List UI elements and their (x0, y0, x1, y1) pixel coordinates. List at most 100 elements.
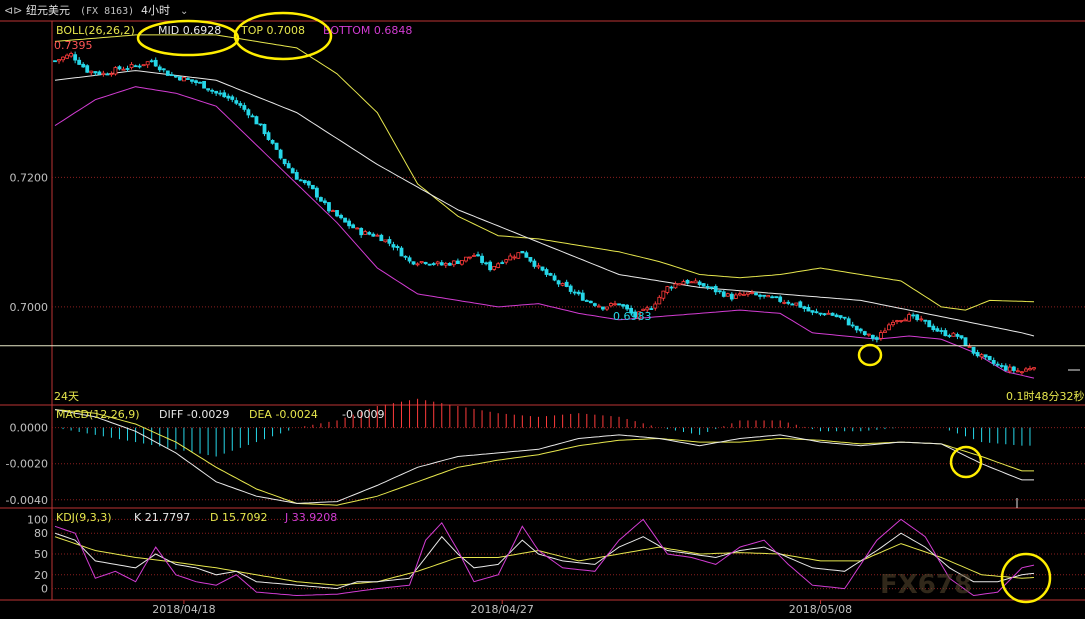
candle-body (395, 246, 400, 249)
candle-body (782, 301, 787, 304)
candle-body (552, 275, 557, 281)
chevron-down-icon[interactable]: ⌄ (180, 6, 188, 17)
candle-body (609, 303, 613, 307)
candle-body (846, 318, 851, 326)
candle-body (363, 231, 368, 235)
candle-body (653, 303, 658, 309)
macd-indicator-label[interactable]: MACD(12,26,9) (56, 408, 140, 421)
candle-body (488, 261, 493, 271)
candle-body (762, 294, 766, 297)
macd-diff-line (54, 409, 1034, 504)
candle-body (234, 100, 239, 104)
candle-body (331, 210, 335, 213)
candle-body (669, 286, 674, 289)
candle-body (830, 312, 835, 316)
candle-body (230, 96, 235, 100)
candle-body (468, 256, 472, 259)
candle-body (798, 301, 803, 308)
candle-body (903, 319, 907, 322)
candle-body (117, 66, 122, 70)
symbol-name: 纽元美元 (26, 3, 70, 17)
candle-body (439, 262, 444, 266)
candle-body (601, 306, 605, 310)
candle-body (1032, 367, 1036, 370)
candle-body (1011, 366, 1016, 371)
candle-body (580, 292, 585, 301)
candlesticks (53, 51, 1036, 375)
candle-body (210, 89, 215, 92)
candle-body (206, 88, 210, 91)
candle-body (93, 71, 98, 74)
candle-body (967, 346, 972, 348)
candle-body (951, 332, 956, 337)
candle-body (371, 233, 376, 237)
candle-body (794, 302, 799, 306)
candle-body (524, 252, 529, 258)
candle-body (709, 286, 714, 289)
candle-body (105, 73, 110, 76)
candle-body (81, 63, 86, 68)
candle-body (584, 300, 589, 302)
candle-body (883, 330, 887, 333)
candle-body (214, 90, 219, 94)
candle-body (979, 354, 984, 358)
candle-body (327, 202, 331, 212)
candle-body (826, 312, 831, 315)
macd-tick-label: -0.0020 (6, 458, 48, 471)
kdj-indicator-label[interactable]: KDJ(9,3,3) (56, 511, 112, 524)
candle-body (1015, 370, 1020, 373)
candle-body (53, 60, 57, 63)
candle-body (258, 123, 263, 126)
candle-body (387, 239, 392, 244)
candle-body (282, 158, 287, 165)
candle-body (177, 76, 182, 81)
candle-body (544, 269, 549, 275)
candle-body (895, 320, 899, 323)
candle-body (383, 239, 388, 243)
candle-body (427, 263, 432, 266)
candle-body (319, 197, 323, 202)
price-tick-label: 0.7200 (10, 171, 49, 184)
back-arrow-icon[interactable]: ⊲⊳ (4, 4, 22, 17)
candle-body (306, 181, 311, 186)
candle-body (435, 261, 440, 265)
candle-body (157, 66, 162, 71)
candle-body (959, 335, 964, 339)
candle-body (721, 291, 726, 297)
candle-body (907, 314, 912, 322)
candle-body (899, 320, 903, 322)
candle-body (661, 290, 666, 299)
candle-body (222, 92, 227, 98)
candle-body (532, 260, 537, 267)
candle-body (677, 283, 682, 286)
candle-body (480, 255, 484, 263)
candle-body (850, 324, 855, 327)
candle-body (226, 95, 231, 99)
candle-body (1003, 365, 1008, 371)
candle-body (790, 303, 795, 306)
candle-body (302, 180, 307, 184)
candle-body (242, 105, 247, 110)
period-selector[interactable]: 4小时 (141, 4, 170, 17)
candle-body (874, 337, 879, 340)
macd-tick-label: -0.0040 (6, 494, 48, 507)
candle-body (935, 328, 940, 332)
macd-diff-label: DIFF -0.0029 (159, 408, 229, 421)
boll-indicator-label[interactable]: BOLL(26,26,2) (56, 24, 135, 37)
kdj-tick-label: 20 (34, 569, 48, 582)
candle-body (588, 300, 593, 304)
candle-body (737, 293, 742, 296)
candle-body (278, 149, 283, 159)
candle-body (673, 283, 678, 289)
candle-body (246, 109, 251, 116)
candle-body (858, 328, 863, 332)
candle-body (1028, 368, 1032, 371)
candle-body (746, 292, 750, 295)
candle-body (182, 77, 186, 82)
macd-dea-label: DEA -0.0024 (249, 408, 318, 421)
candle-body (202, 80, 206, 89)
time-span-label: 24天 (54, 390, 79, 403)
candle-body (625, 304, 629, 310)
candle-body (423, 261, 428, 265)
candle-body (576, 291, 581, 295)
